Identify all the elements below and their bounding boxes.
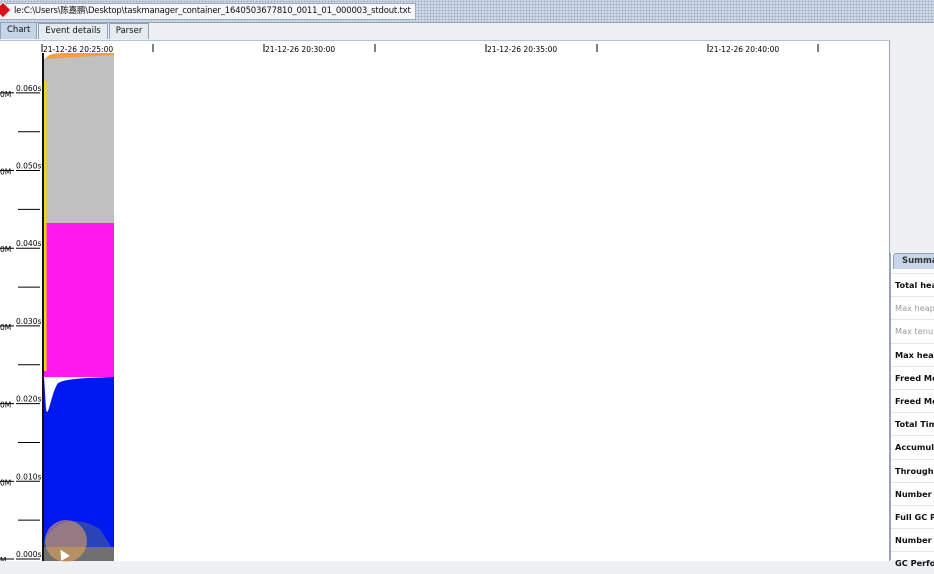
time-axis-label: 21-12-26 20:35:00 (487, 45, 557, 54)
tab-parser[interactable]: Parser (108, 23, 150, 39)
file-path-text: le:C:\Users\陈嘉鹏\Desktop\taskmanager_cont… (14, 6, 411, 16)
pause-axis-label: 0.060s (16, 84, 41, 93)
time-axis-label: 21-12-26 20:25:00 (43, 45, 113, 54)
tab-chart[interactable]: Chart (0, 22, 38, 39)
tenured-area (44, 223, 114, 377)
summary-row: Number c (891, 481, 934, 505)
tab-event-details[interactable]: Event details (38, 23, 108, 39)
left-axis-label: 0M (0, 245, 11, 254)
left-axis-label: 0M (0, 478, 11, 487)
summary-row: Full GC Pe (891, 504, 934, 528)
summary-panel: Summa Total heaMax heapMax tenuMax heapF… (890, 253, 934, 568)
left-axis-label: 0M (0, 168, 11, 177)
gc-chart-panel[interactable]: 0M 0.060s 0M 0.050s 0M 0.040s 0M 0.030s 0M 0.020s… (0, 40, 890, 561)
left-axis-label: M (0, 556, 6, 561)
summary-row: Max heap (891, 342, 934, 366)
summary-row: Throughp (891, 458, 934, 482)
summary-list: Total heaMax heapMax tenuMax heapFreed M… (891, 273, 934, 574)
pause-axis-label: 0.050s (16, 162, 41, 171)
left-axis-label: 0M (0, 401, 11, 410)
reserved-area (44, 55, 114, 223)
summary-row: Freed Me (891, 388, 934, 412)
pause-axis-label: 0.000s (16, 550, 41, 559)
left-axis-label: 0M (0, 90, 11, 99)
gc-chart[interactable]: 0M 0.060s 0M 0.050s 0M 0.040s 0M 0.030s 0M 0.020s… (0, 41, 889, 561)
summary-row: Freed Me (891, 365, 934, 389)
window-title-bar: le:C:\Users\陈嘉鹏\Desktop\taskmanager_cont… (0, 0, 934, 23)
app-logo-icon (0, 1, 12, 19)
summary-row: Total hea (891, 273, 934, 296)
pause-axis-label: 0.030s (16, 317, 41, 326)
file-path-label: le:C:\Users\陈嘉鹏\Desktop\taskmanager_cont… (0, 1, 416, 20)
view-tabs: Chart Event details Parser (0, 22, 150, 39)
pause-axis-label: 0.010s (16, 472, 41, 481)
tab-summary[interactable]: Summa (893, 253, 934, 269)
left-axis-label: 0M (0, 323, 11, 332)
summary-row: Max heap (891, 296, 934, 319)
summary-row: Accumula (891, 435, 934, 458)
pause-axis-label: 0.020s (16, 395, 41, 404)
pause-axis-label: 0.040s (16, 239, 41, 248)
time-axis-label: 21-12-26 20:30:00 (265, 45, 335, 54)
summary-row: GC Perfor (891, 551, 934, 574)
summary-row: Max tenu (891, 319, 934, 342)
summary-row: Total Tim (891, 412, 934, 435)
summary-row: Number c (891, 528, 934, 551)
time-axis-label: 21-12-26 20:40:00 (709, 45, 779, 54)
